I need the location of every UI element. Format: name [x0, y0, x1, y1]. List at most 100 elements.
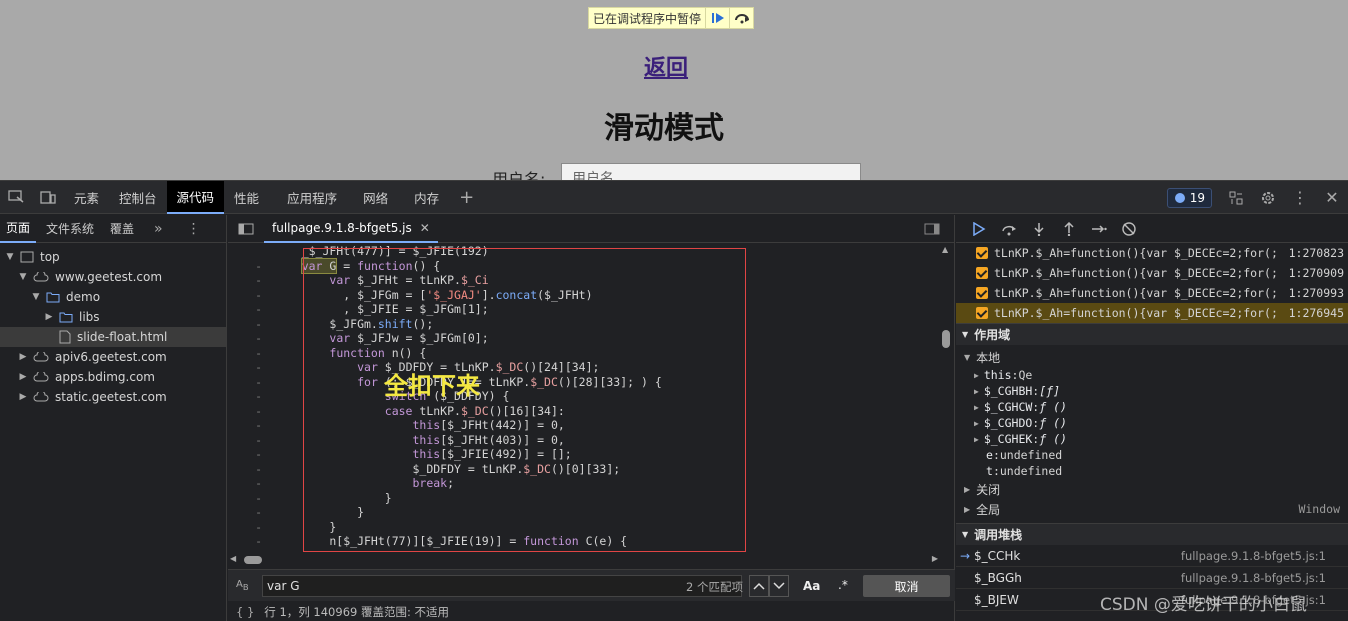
- step-button[interactable]: [1084, 215, 1114, 243]
- tab-filesystem[interactable]: 文件系统: [40, 215, 100, 243]
- line-marker[interactable]: -: [228, 360, 266, 375]
- inspect-element-icon[interactable]: [0, 181, 32, 214]
- expand-right-icon[interactable]: ▶: [17, 372, 29, 382]
- breakpoint-checkbox[interactable]: [976, 247, 988, 259]
- breakpoint-checkbox[interactable]: [976, 287, 988, 299]
- line-marker[interactable]: -: [228, 505, 266, 520]
- device-toolbar-icon[interactable]: [32, 181, 64, 214]
- line-marker[interactable]: -: [228, 302, 266, 317]
- line-marker[interactable]: -: [228, 418, 266, 433]
- line-marker[interactable]: -: [228, 331, 266, 346]
- scope-global[interactable]: ▶ 全局 Window: [956, 499, 1348, 519]
- editor-vertical-scrollbar[interactable]: ▲: [940, 245, 952, 553]
- scope-variable[interactable]: ▶ this: Qe: [956, 367, 1348, 383]
- tab-overrides[interactable]: 覆盖: [104, 215, 140, 243]
- close-icon[interactable]: ✕: [1316, 181, 1348, 214]
- username-input[interactable]: 用户名: [561, 163, 861, 180]
- scope-closure[interactable]: ▶ 关闭: [956, 479, 1348, 499]
- back-link[interactable]: 返回: [644, 50, 688, 82]
- issues-badge[interactable]: 19: [1166, 187, 1212, 208]
- line-marker[interactable]: -: [228, 288, 266, 303]
- tab-performance[interactable]: 性能: [224, 181, 269, 214]
- tree-item[interactable]: ▶ libs: [0, 307, 226, 327]
- tree-item[interactable]: ▶ static.geetest.com: [0, 387, 226, 407]
- callstack-frame[interactable]: $_BGGh fullpage.9.1.8-bfget5.js:1: [956, 567, 1348, 589]
- tree-item[interactable]: ▶ apps.bdimg.com: [0, 367, 226, 387]
- step-into-button[interactable]: [1024, 215, 1054, 243]
- next-match-button[interactable]: [769, 575, 789, 597]
- callstack-location[interactable]: fullpage.9.1.8-bfget5.js:1: [1181, 593, 1326, 607]
- line-marker[interactable]: -: [228, 534, 266, 549]
- scope-local[interactable]: ▼ 本地: [956, 347, 1348, 367]
- expand-right-icon[interactable]: ▶: [974, 387, 979, 396]
- regex-button[interactable]: .*: [838, 578, 848, 592]
- scope-variable[interactable]: e: undefined: [956, 447, 1348, 463]
- previous-match-button[interactable]: [749, 575, 769, 597]
- code-editor[interactable]: --------------------- _$_JFHt(477)] = $_…: [228, 244, 943, 552]
- tab-page[interactable]: 页面: [0, 215, 37, 243]
- breakpoint-checkbox[interactable]: [976, 267, 988, 279]
- line-marker[interactable]: -: [228, 433, 266, 448]
- line-marker[interactable]: [228, 244, 266, 259]
- line-marker[interactable]: -: [228, 476, 266, 491]
- expand-right-icon[interactable]: ▶: [974, 371, 979, 380]
- scope-variable[interactable]: ▶ $_CGHBH: [ƒ]: [956, 383, 1348, 399]
- callstack-location[interactable]: fullpage.9.1.8-bfget5.js:1: [1181, 571, 1326, 585]
- add-tab-icon[interactable]: +: [449, 181, 484, 214]
- toggle-navigator-icon[interactable]: [230, 215, 262, 243]
- tab-elements[interactable]: 元素: [64, 181, 109, 214]
- line-marker[interactable]: -: [228, 273, 266, 288]
- tab-console[interactable]: 控制台: [109, 181, 167, 214]
- line-marker[interactable]: -: [228, 317, 266, 332]
- callstack-location[interactable]: fullpage.9.1.8-bfget5.js:1: [1181, 549, 1326, 563]
- scope-variable[interactable]: ▶ $_CGHEK: ƒ (): [956, 431, 1348, 447]
- line-marker[interactable]: -: [228, 491, 266, 506]
- line-marker[interactable]: -: [228, 404, 266, 419]
- breakpoint-item[interactable]: tLnKP.$_Ah=function(){var $_DECEc=2;for(…: [956, 263, 1348, 283]
- tree-item[interactable]: ▼ top: [0, 247, 226, 267]
- more-tabs-icon[interactable]: »: [148, 215, 169, 243]
- step-over-button[interactable]: [729, 8, 753, 28]
- replace-toggle-icon[interactable]: AB: [236, 579, 249, 592]
- line-marker[interactable]: -: [228, 447, 266, 462]
- line-marker[interactable]: -: [228, 549, 266, 553]
- file-tab[interactable]: fullpage.9.1.8-bfget5.js ✕: [264, 214, 438, 243]
- close-tab-icon[interactable]: ✕: [420, 221, 430, 235]
- callstack-frame[interactable]: $_BJEW fullpage.9.1.8-bfget5.js:1: [956, 589, 1348, 611]
- breakpoint-item[interactable]: tLnKP.$_Ah=function(){var $_DECEc=2;for(…: [956, 283, 1348, 303]
- callstack-frame[interactable]: → $_CCHk fullpage.9.1.8-bfget5.js:1: [956, 545, 1348, 567]
- expand-right-icon[interactable]: ▶: [17, 392, 29, 402]
- line-marker[interactable]: -: [228, 389, 266, 404]
- resume-button[interactable]: [705, 8, 729, 28]
- customize-icon[interactable]: [1220, 181, 1252, 214]
- expand-right-icon[interactable]: ▶: [43, 312, 55, 322]
- tree-item[interactable]: slide-float.html: [0, 327, 226, 347]
- cancel-search-button[interactable]: 取消: [863, 575, 950, 597]
- tab-sources[interactable]: 源代码: [166, 180, 225, 214]
- resume-button[interactable]: [964, 215, 994, 243]
- breakpoint-item[interactable]: tLnKP.$_Ah=function(){var $_DECEc=2;for(…: [956, 303, 1348, 323]
- scope-variable[interactable]: ▶ $_CGHCW: ƒ (): [956, 399, 1348, 415]
- expand-right-icon[interactable]: ▶: [974, 435, 979, 444]
- line-marker[interactable]: -: [228, 259, 266, 274]
- step-out-button[interactable]: [1054, 215, 1084, 243]
- format-icon[interactable]: { }: [236, 605, 254, 619]
- scope-variable[interactable]: ▶ $_CGHDO: ƒ (): [956, 415, 1348, 431]
- tree-item[interactable]: ▼ www.geetest.com: [0, 267, 226, 287]
- tab-memory[interactable]: 内存: [404, 181, 449, 214]
- search-input[interactable]: var G: [262, 575, 742, 597]
- gear-icon[interactable]: [1252, 181, 1284, 214]
- editor-horizontal-scrollbar[interactable]: ◀ ▶: [228, 553, 940, 567]
- match-case-button[interactable]: Aa: [803, 579, 820, 593]
- navigator-menu-icon[interactable]: ⋮: [181, 215, 207, 243]
- line-marker[interactable]: -: [228, 462, 266, 477]
- toggle-debugger-icon[interactable]: [916, 215, 948, 243]
- tree-item[interactable]: ▶ apiv6.geetest.com: [0, 347, 226, 367]
- tree-item[interactable]: ▼ demo: [0, 287, 226, 307]
- expand-down-icon[interactable]: ▼: [17, 272, 29, 282]
- expand-down-icon[interactable]: ▼: [4, 252, 16, 262]
- tab-network[interactable]: 网络: [353, 181, 398, 214]
- breakpoint-checkbox[interactable]: [976, 307, 988, 319]
- expand-down-icon[interactable]: ▼: [30, 292, 42, 302]
- step-over-button[interactable]: [994, 215, 1024, 243]
